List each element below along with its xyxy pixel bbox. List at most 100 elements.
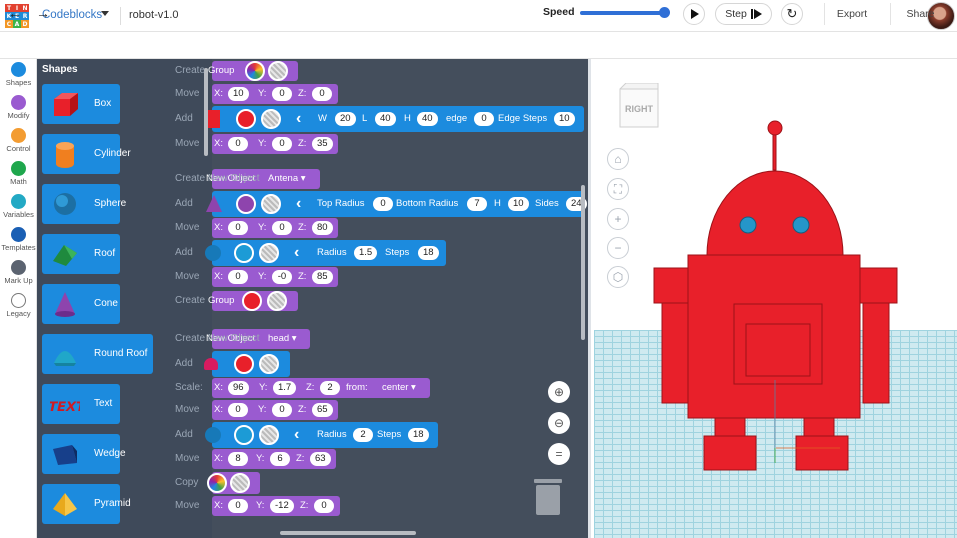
category-control[interactable]: Control [0, 128, 37, 153]
from-dropdown[interactable]: center ▾ [382, 381, 416, 395]
multicolor-swatch[interactable] [245, 61, 265, 81]
scale-y-input[interactable]: 1.7 [273, 381, 297, 395]
color-swatch[interactable] [236, 194, 256, 214]
zoom-in-view-icon[interactable]: + [607, 208, 629, 230]
multicolor-swatch[interactable] [207, 473, 227, 493]
shape-block-wedge[interactable]: Wedge [42, 434, 126, 474]
move-z-input[interactable]: 65 [312, 403, 333, 417]
add-sphere-block[interactable]: ‹ Radius 1.5 Steps 18 [205, 240, 446, 266]
export-button[interactable]: Export [824, 3, 879, 25]
category-shapes[interactable]: Shapes [0, 62, 37, 87]
category-mark-up[interactable]: Mark Up [0, 260, 37, 285]
redo-arrow-icon[interactable]: → [36, 5, 50, 21]
move-y-input[interactable]: 0 [272, 403, 292, 417]
shape-block-text[interactable]: TEXT Text [42, 384, 120, 424]
steps-input[interactable]: 18 [408, 428, 429, 442]
color-swatch[interactable] [236, 109, 256, 129]
scale-block[interactable]: X: 96 Y: 1.7 Z: 2 from: center ▾ [212, 378, 430, 398]
color-swatch[interactable] [234, 425, 254, 445]
shape-block-roof[interactable]: Roof [42, 234, 120, 274]
move-block[interactable]: X: 10 Y: 0 Z: 0 [212, 84, 338, 104]
category-variables[interactable]: Variables [0, 194, 37, 219]
robot-model[interactable] [640, 118, 910, 478]
move-z-input[interactable]: 35 [312, 137, 333, 151]
move-z-input[interactable]: 63 [310, 452, 331, 466]
move-block[interactable]: X: 0 Y: 0 Z: 80 [212, 218, 338, 238]
add-sphere-block[interactable]: ‹ Radius 2 Steps 18 [205, 422, 438, 448]
move-z-input[interactable]: 80 [312, 221, 333, 235]
category-math[interactable]: Math [0, 161, 37, 186]
move-block[interactable]: X: 0 Y: 0 Z: 35 [212, 134, 338, 154]
project-title[interactable]: robot-v1.0 [129, 9, 179, 21]
zoom-out-icon[interactable]: ⊖ [548, 412, 570, 434]
width-input[interactable]: 20 [335, 112, 356, 126]
move-x-input[interactable]: 10 [228, 87, 249, 101]
object-name-dropdown[interactable]: head ▾ [268, 332, 297, 346]
height-input[interactable]: 40 [417, 112, 438, 126]
collapse-chevron-icon[interactable]: ‹ [294, 245, 299, 261]
move-y-input[interactable]: 0 [272, 137, 292, 151]
chevron-down-icon[interactable] [101, 11, 109, 16]
zoom-out-view-icon[interactable]: − [607, 237, 629, 259]
move-y-input[interactable]: 0 [272, 221, 292, 235]
move-x-input[interactable]: 0 [228, 499, 248, 513]
edge-input[interactable]: 0 [474, 112, 494, 126]
category-legacy[interactable]: Legacy [0, 293, 37, 318]
move-y-input[interactable]: -0 [272, 270, 292, 284]
move-x-input[interactable]: 8 [228, 452, 248, 466]
top-radius-input[interactable]: 0 [373, 197, 393, 211]
category-modify[interactable]: Modify [0, 95, 37, 120]
object-name-dropdown[interactable]: Antena ▾ [268, 172, 306, 186]
hole-toggle[interactable] [230, 473, 250, 493]
create-group-block[interactable]: Group [208, 61, 298, 81]
workspace-scrollbar-horizontal[interactable] [280, 531, 416, 535]
move-z-input[interactable]: 0 [314, 499, 334, 513]
hole-toggle[interactable] [268, 61, 288, 81]
move-x-input[interactable]: 0 [228, 270, 248, 284]
shape-block-sphere[interactable]: Sphere [42, 184, 126, 224]
zoom-in-icon[interactable]: ⊕ [548, 381, 570, 403]
move-block[interactable]: X: 8 Y: 6 Z: 63 [212, 449, 336, 469]
bottom-radius-input[interactable]: 7 [467, 197, 487, 211]
share-button[interactable]: Share [890, 3, 950, 25]
workspace-scrollbar-vertical[interactable] [581, 185, 585, 340]
zoom-fit-icon[interactable]: = [548, 443, 570, 465]
steps-input[interactable]: 18 [418, 246, 439, 260]
add-cone-block[interactable]: ‹ Top Radius 0 Bottom Radius 7 H 10 Side… [206, 191, 587, 217]
color-swatch[interactable] [242, 291, 262, 311]
move-x-input[interactable]: 0 [228, 221, 248, 235]
shape-block-pyramid[interactable]: Pyramid [42, 484, 131, 524]
move-y-input[interactable]: -12 [270, 499, 294, 513]
trash-icon[interactable] [533, 476, 563, 516]
color-swatch[interactable] [234, 354, 254, 374]
move-block[interactable]: X: 0 Y: 0 Z: 65 [212, 400, 338, 420]
edge-steps-input[interactable]: 10 [554, 112, 575, 126]
shape-block-round-roof[interactable]: Round Roof [42, 334, 153, 374]
move-z-input[interactable]: 85 [312, 270, 333, 284]
fit-view-icon[interactable]: ⛶ [607, 178, 629, 200]
radius-input[interactable]: 2 [353, 428, 373, 442]
add-round-roof-block[interactable] [204, 351, 290, 377]
add-box-block[interactable]: ‹ W 20 L 40 H 40 edge 0 Edge Steps 10 [208, 106, 584, 132]
hole-toggle[interactable] [261, 194, 281, 214]
move-y-input[interactable]: 6 [270, 452, 290, 466]
shape-block-cone[interactable]: Cone [42, 284, 120, 324]
shape-block-cylinder[interactable]: Cylinder [42, 134, 131, 174]
hole-toggle[interactable] [259, 354, 279, 374]
scale-x-input[interactable]: 96 [228, 381, 249, 395]
move-x-input[interactable]: 0 [228, 403, 248, 417]
step-button[interactable]: Step [715, 3, 772, 25]
radius-input[interactable]: 1.5 [354, 246, 378, 260]
speed-slider-thumb[interactable] [659, 7, 670, 18]
perspective-toggle-icon[interactable]: ⬡ [607, 266, 629, 288]
home-view-icon[interactable]: ⌂ [607, 148, 629, 170]
move-block[interactable]: X: 0 Y: -12 Z: 0 [212, 496, 340, 516]
reset-icon[interactable]: ↻ [781, 3, 803, 25]
create-group-block[interactable]: Group [208, 291, 298, 311]
scale-z-input[interactable]: 2 [320, 381, 340, 395]
color-swatch[interactable] [234, 243, 254, 263]
move-x-input[interactable]: 0 [228, 137, 248, 151]
length-input[interactable]: 40 [375, 112, 396, 126]
hole-toggle[interactable] [261, 109, 281, 129]
collapse-chevron-icon[interactable]: ‹ [294, 427, 299, 443]
